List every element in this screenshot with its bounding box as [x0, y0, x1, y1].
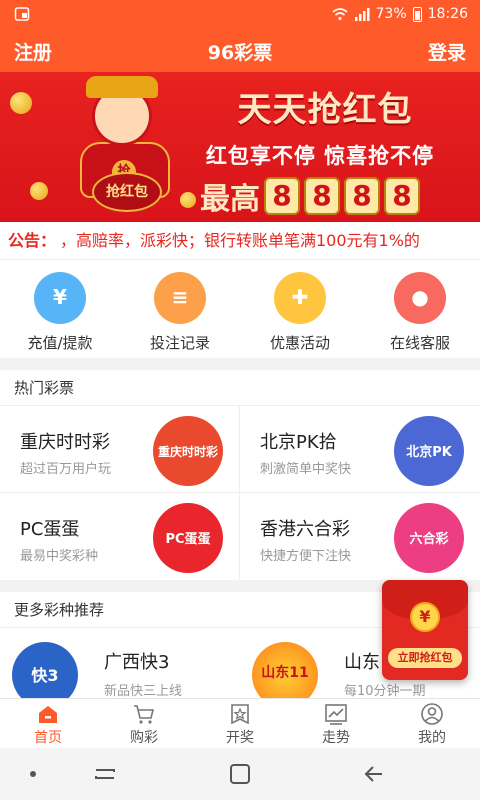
- signal-icon: [354, 8, 370, 21]
- lottery-name: 山东: [344, 652, 380, 673]
- pc-dandan-logo-icon: PC蛋蛋: [153, 503, 223, 573]
- app-title: 96彩票: [207, 42, 273, 64]
- quick-action-label: 充值/提款: [27, 334, 93, 352]
- customer-service-icon: ●: [394, 272, 446, 324]
- coin-decoration: [10, 92, 32, 114]
- tab-draw-results[interactable]: 开奖: [192, 699, 288, 749]
- lottery-card-pc-dandan[interactable]: PC蛋蛋 最易中奖彩种 PC蛋蛋: [0, 493, 240, 580]
- quick-action-label: 在线客服: [389, 334, 450, 352]
- tab-buy-lottery[interactable]: 购彩: [96, 699, 192, 749]
- app-root: 73% 18:26 注册 96彩票 登录 抢 抢红包 天天抢红包 红包享不停 惊…: [0, 0, 480, 800]
- lottery-card-chongqing[interactable]: 重庆时时彩 超过百万用户玩 重庆时时彩: [0, 406, 240, 493]
- lottery-desc: 超过百万用户玩: [20, 462, 112, 477]
- banner-subtitle: 红包享不停 惊喜抢不停: [205, 144, 435, 168]
- tab-label: 首页: [34, 730, 62, 746]
- customer-service-button[interactable]: ● 在线客服: [360, 272, 480, 353]
- home-button-icon[interactable]: [225, 762, 255, 786]
- max-prize-digit: 8: [304, 177, 340, 215]
- fortune-god-hat: [86, 76, 158, 98]
- user-icon: [421, 703, 443, 725]
- quick-action-label: 优惠活动: [269, 334, 330, 352]
- lottery-name: 香港六合彩: [260, 519, 350, 540]
- mark-six-logo-icon: 六合彩: [394, 503, 464, 573]
- tab-profile[interactable]: 我的: [384, 699, 480, 749]
- chongqing-logo-icon: 重庆时时彩: [153, 416, 223, 486]
- back-icon[interactable]: [360, 762, 390, 786]
- promo-banner[interactable]: 抢 抢红包 天天抢红包 红包享不停 惊喜抢不停 最高 8 8 8 8: [0, 72, 480, 222]
- shandong-logo-icon: 山东11: [252, 642, 318, 698]
- tab-label: 我的: [418, 730, 446, 746]
- beijing-pk-logo-icon: 北京PK: [394, 416, 464, 486]
- lottery-name: 重庆时时彩: [20, 432, 110, 453]
- tab-label: 购彩: [130, 730, 158, 746]
- hot-lottery-heading: 热门彩票: [0, 370, 480, 406]
- banner-title: 天天抢红包: [237, 90, 413, 130]
- red-bag-label: 抢红包: [92, 172, 162, 212]
- status-bar: 73% 18:26: [0, 0, 480, 30]
- lottery-card-hk-mark-six[interactable]: 香港六合彩 快捷方便下注快 六合彩: [240, 493, 480, 580]
- tab-trend[interactable]: 走势: [288, 699, 384, 749]
- record-icon: ≡: [154, 272, 206, 324]
- wifi-icon: [331, 8, 348, 21]
- lottery-desc: 刺激简单中奖快: [260, 462, 352, 477]
- grab-red-packet-label: 立即抢红包: [388, 648, 462, 668]
- lottery-name: 北京PK拾: [260, 432, 337, 453]
- max-prize-digit: 8: [264, 177, 300, 215]
- announcement-text: ，高赔率，派彩快；银行转账单笔满100元有1%的: [60, 231, 420, 250]
- tab-home[interactable]: 首页: [0, 699, 96, 749]
- lottery-desc: 每10分钟一期: [344, 684, 426, 698]
- lottery-card-guangxi-k3[interactable]: 快3 广西快3 新品快三上线: [0, 628, 240, 698]
- coin-icon: ¥: [410, 602, 440, 632]
- bet-records-button[interactable]: ≡ 投注记录: [120, 272, 240, 353]
- lottery-name: 广西快3: [104, 652, 170, 673]
- app-header: 注册 96彩票 登录: [0, 30, 480, 72]
- trend-icon: [325, 704, 347, 725]
- battery-percent: 73%: [375, 6, 407, 22]
- announcement-label: 公告：: [8, 231, 57, 250]
- nav-dot-icon[interactable]: [18, 762, 48, 786]
- notification-icon: [14, 7, 30, 21]
- system-nav-bar: [0, 748, 480, 800]
- tab-label: 走势: [322, 730, 350, 746]
- max-prize-amount: 8 8 8 8: [264, 177, 420, 215]
- banner-max-prize: 最高 8 8 8 8: [200, 176, 420, 217]
- lottery-desc: 最易中奖彩种: [20, 549, 99, 564]
- coin-decoration: [30, 182, 48, 200]
- deposit-withdraw-button[interactable]: ¥ 充值/提款: [0, 272, 120, 353]
- money-bag-icon: ¥: [34, 272, 86, 324]
- max-prize-label: 最高: [200, 182, 260, 217]
- floating-red-packet-button[interactable]: ¥ 立即抢红包: [382, 580, 468, 680]
- tab-label: 开奖: [226, 730, 254, 746]
- max-prize-digit: 8: [384, 177, 420, 215]
- gift-icon: ✚: [274, 272, 326, 324]
- lottery-name: PC蛋蛋: [20, 519, 80, 540]
- battery-icon: [412, 6, 422, 22]
- bottom-tab-bar: 首页 购彩 开奖 走势 我的: [0, 698, 480, 748]
- lottery-desc: 新品快三上线: [104, 684, 183, 698]
- award-icon: [231, 704, 249, 725]
- recent-apps-icon[interactable]: [90, 762, 120, 786]
- login-button[interactable]: 登录: [428, 38, 466, 65]
- home-icon: [39, 706, 57, 723]
- status-indicators: 73% 18:26: [331, 6, 468, 22]
- announcement-bar[interactable]: 公告： ，高赔率，派彩快；银行转账单笔满100元有1%的: [0, 222, 480, 260]
- quick-actions: ¥ 充值/提款 ≡ 投注记录 ✚ 优惠活动 ● 在线客服: [0, 260, 480, 358]
- k3-logo-icon: 快3: [12, 642, 78, 698]
- lottery-desc: 快捷方便下注快: [260, 549, 352, 564]
- quick-action-label: 投注记录: [149, 334, 210, 352]
- hot-lottery-grid: 重庆时时彩 超过百万用户玩 重庆时时彩 北京PK拾 刺激简单中奖快 北京PK P…: [0, 406, 480, 580]
- cart-icon: [134, 705, 155, 724]
- clock: 18:26: [427, 6, 468, 22]
- max-prize-digit: 8: [344, 177, 380, 215]
- lottery-card-beijing-pk10[interactable]: 北京PK拾 刺激简单中奖快 北京PK: [240, 406, 480, 493]
- promotions-button[interactable]: ✚ 优惠活动: [240, 272, 360, 353]
